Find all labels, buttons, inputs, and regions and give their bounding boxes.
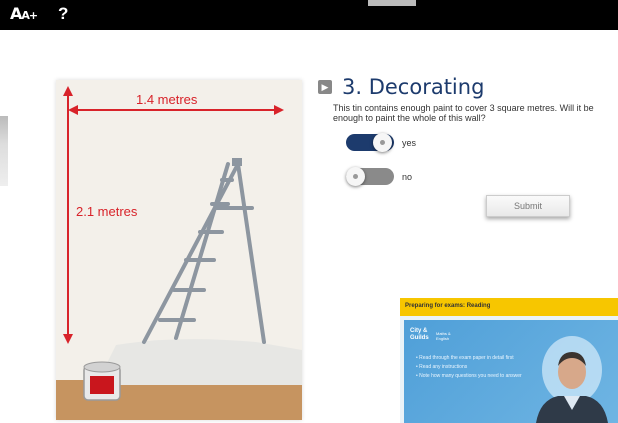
width-label: 1.4 metres [136, 92, 198, 107]
wall-ladder-drawing [56, 86, 302, 420]
dust-sheet [96, 339, 302, 385]
option-no-label: no [402, 171, 413, 182]
presenter-image [536, 336, 608, 423]
option-yes-label: yes [402, 137, 417, 148]
toggle-knob[interactable] [346, 167, 365, 186]
height-arrow [63, 86, 73, 344]
yes-toggle[interactable] [346, 133, 394, 152]
video-bullet: Note how many questions you need to answ… [416, 372, 536, 381]
left-edge-decoration [0, 116, 8, 186]
question-text: This tin contains enough paint to cover … [333, 103, 594, 123]
question-header: ▶ 3. Decorating [318, 75, 484, 99]
city-guilds-logo: City & Guilds [410, 328, 429, 341]
maths-english-logo: Maths & English [436, 331, 451, 341]
ladder-top [232, 158, 242, 166]
top-edge-decoration [368, 0, 416, 6]
toggle-knob[interactable] [373, 133, 392, 152]
option-no[interactable]: no [346, 167, 413, 186]
wall-illustration: 1.4 metres 2.1 metres [56, 80, 302, 420]
submit-button[interactable]: Submit [486, 195, 570, 217]
video-bullets: Read through the exam paper in detail fi… [416, 354, 536, 381]
option-yes[interactable]: yes [346, 133, 417, 152]
speaker-icon[interactable]: ▶ [318, 80, 332, 94]
video-bullet: Read through the exam paper in detail fi… [416, 354, 536, 363]
step-ladder [142, 162, 266, 344]
question-title: 3. Decorating [342, 75, 485, 99]
video-bullet: Read any instructions [416, 363, 536, 372]
help-button[interactable]: ? [58, 5, 68, 22]
video-title: Preparing for exams: Reading [405, 303, 491, 309]
height-label: 2.1 metres [76, 204, 138, 219]
paint-tin [83, 361, 121, 401]
text-size-button[interactable]: AA+ [10, 6, 38, 24]
no-toggle[interactable] [346, 167, 394, 186]
top-toolbar: AA+ ? [0, 0, 618, 30]
video-thumbnail[interactable]: Preparing for exams: Reading City & Guild… [400, 298, 618, 423]
